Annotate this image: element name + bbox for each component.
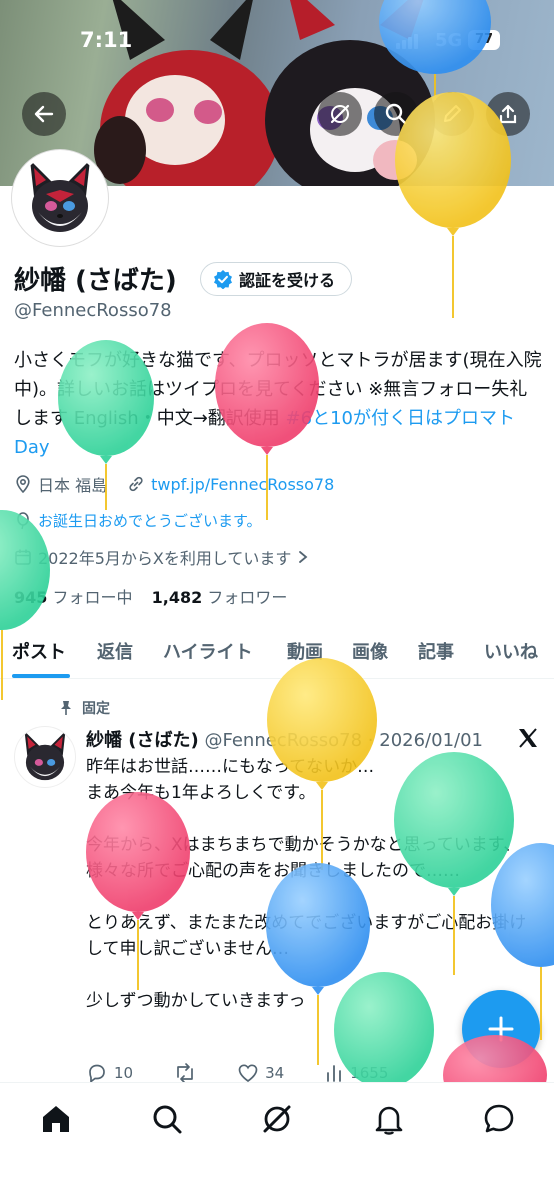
followers-count: 1,482 [151, 588, 203, 607]
messages-icon[interactable] [481, 1101, 517, 1137]
post-line [86, 884, 536, 910]
battery-indicator: 77 [468, 30, 500, 50]
search-icon[interactable] [149, 1101, 185, 1137]
location-pin-icon [16, 475, 30, 493]
views-chart-icon [327, 1065, 342, 1082]
tab-videos[interactable]: 動画 [287, 638, 323, 664]
status-time: 7:11 [80, 28, 133, 52]
post-actions: 10 34 1655 [86, 1062, 546, 1084]
followers-link[interactable]: 1,482 フォロワー [152, 588, 288, 607]
back-button[interactable] [22, 92, 66, 136]
joined-row[interactable]: 2022年5月からXを利用しています [14, 545, 309, 569]
post-header: 紗幡 (さばた) @FennecRosso78 · 2026/01/01 [86, 726, 483, 752]
profile-tabs: ポスト 返信 ハイライト 動画 画像 記事 いいね [0, 628, 554, 679]
active-tab-indicator [12, 674, 70, 678]
joined-text: 2022年5月からXを利用しています [38, 549, 292, 568]
following-label: フォロー中 [52, 588, 133, 607]
like-button[interactable]: 34 [237, 1062, 284, 1084]
post-body[interactable]: 昨年はお世話……にもなってないか… まあ今年も1年よろしくです。 今年から、Xは… [86, 754, 536, 1014]
share-icon [499, 104, 517, 124]
network-label: 5G [435, 30, 463, 51]
repost-button[interactable] [173, 1062, 197, 1084]
grok-icon [330, 104, 350, 124]
like-count: 34 [265, 1064, 285, 1082]
repost-icon [177, 1063, 193, 1083]
location-text: 日本 福島 [38, 476, 108, 495]
follow-stats: 945 フォロー中 1,482 フォロワー [14, 584, 287, 608]
following-link[interactable]: 945 フォロー中 [14, 588, 133, 607]
following-count: 945 [14, 588, 48, 607]
followers-label: フォロワー [207, 588, 288, 607]
post-line [86, 806, 536, 832]
calendar-icon [15, 549, 31, 565]
home-icon[interactable] [38, 1101, 74, 1137]
avatar-image [30, 160, 90, 232]
signal-icon [396, 34, 418, 49]
post-line [86, 962, 536, 988]
profile-name: 紗幡 (さばた) [14, 266, 177, 296]
birthday-text[interactable]: お誕生日おめでとうございます。 [38, 510, 262, 531]
pinned-label: 固定 [82, 701, 110, 717]
balloon-icon [17, 511, 29, 529]
chevron-right-icon [299, 551, 308, 563]
tab-replies[interactable]: 返信 [97, 638, 133, 664]
profile-url-link[interactable]: twpf.jp/FennecRosso78 [151, 475, 334, 494]
profile-meta-row: 日本 福島 twpf.jp/FennecRosso78 [14, 472, 334, 496]
search-button[interactable] [374, 92, 418, 136]
link-icon [129, 476, 143, 492]
profile-handle: @FennecRosso78 [14, 300, 172, 321]
arrow-left-icon [34, 105, 54, 123]
x-logo-icon [519, 728, 537, 748]
bottom-navigation [0, 1082, 554, 1201]
bell-icon[interactable] [371, 1101, 407, 1137]
views-button[interactable]: 1655 [324, 1062, 388, 1084]
birthday-row: お誕生日おめでとうございます。 [14, 510, 262, 531]
compose-button[interactable] [462, 990, 540, 1068]
post-line: まあ今年も1年よろしくです。 [86, 783, 316, 803]
pinned-indicator: 固定 [58, 698, 110, 718]
reply-count: 10 [114, 1064, 134, 1082]
post-line: 今年から、Xはまちまちで動かそうかなと思っています、様々な所でご心配の声をお聞き… [86, 835, 521, 881]
post-author[interactable]: 紗幡 (さばた) [86, 730, 199, 751]
post-line: 昨年はお世話……にもなってないか… [86, 757, 375, 777]
profile-bio: 小さくモフが好きな猫です、プロッソとマトラが居ます(現在入院中)。詳しいお話はツ… [14, 346, 544, 462]
grok-button[interactable] [318, 92, 362, 136]
views-count: 1655 [350, 1064, 389, 1082]
post-avatar-image [24, 731, 66, 781]
reply-button[interactable]: 10 [86, 1062, 133, 1084]
get-verified-button[interactable]: 認証を受ける [200, 262, 353, 296]
edit-button[interactable] [430, 92, 474, 136]
post-avatar[interactable] [14, 726, 76, 788]
plus-icon [488, 1016, 514, 1042]
reply-icon [89, 1064, 105, 1084]
profile-avatar[interactable] [12, 150, 108, 246]
tab-images[interactable]: 画像 [352, 638, 388, 664]
tab-posts[interactable]: ポスト [12, 638, 66, 664]
pencil-icon [444, 105, 461, 122]
tab-highlights[interactable]: ハイライト [163, 638, 253, 664]
tab-articles[interactable]: 記事 [418, 638, 454, 664]
grok-icon[interactable] [259, 1101, 295, 1137]
verified-badge-icon [214, 270, 232, 289]
tab-likes[interactable]: いいね [484, 638, 538, 664]
get-verified-label: 認証を受ける [239, 271, 336, 290]
share-button[interactable] [486, 92, 530, 136]
heart-icon [238, 1064, 258, 1083]
status-bar: 7:11 5G 77 [0, 28, 554, 56]
pin-icon [61, 701, 71, 715]
search-icon [385, 103, 407, 125]
post-line: とりあえず、またまた改めてでございますがご心配お掛けして申し訳ございません… [86, 913, 527, 959]
post-meta: @FennecRosso78 · 2026/01/01 [204, 730, 483, 751]
